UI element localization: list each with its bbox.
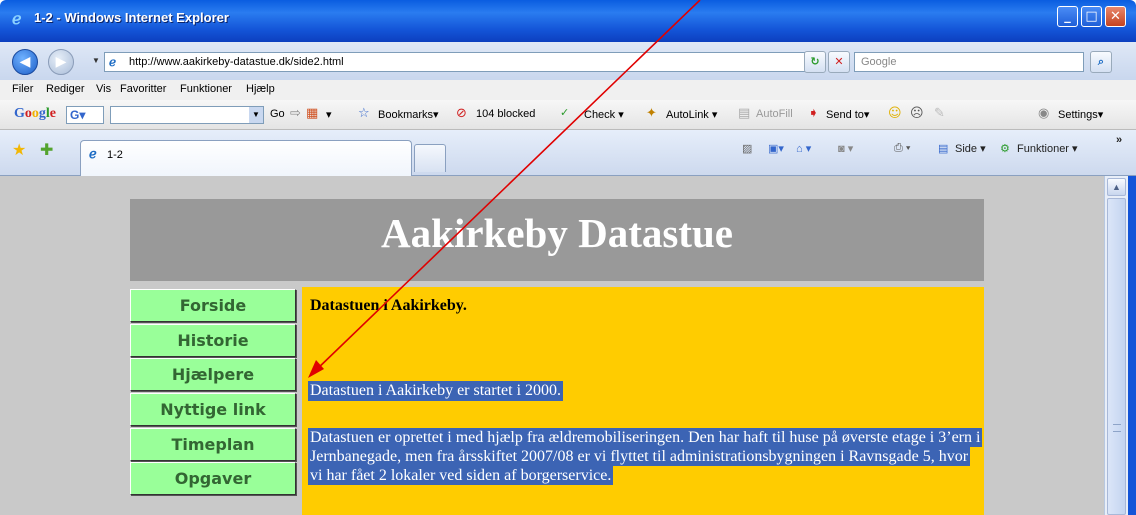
- google-logo: Google: [14, 106, 56, 121]
- scroll-thumb[interactable]: [1107, 198, 1126, 515]
- nav-timeplan[interactable]: Timeplan: [130, 427, 296, 461]
- tab-1-2[interactable]: ℯ 1-2: [80, 140, 412, 176]
- bookmark-star-icon: ☆: [358, 106, 370, 121]
- nav-hjaelpere[interactable]: Hjælpere: [130, 358, 296, 392]
- nav-forside[interactable]: Forside: [130, 289, 296, 322]
- forward-button[interactable]: ▶: [48, 49, 74, 75]
- menu-funktioner[interactable]: Funktioner: [180, 83, 232, 95]
- menu-vis[interactable]: Vis: [96, 83, 111, 95]
- address-bar: ◀ ▶ ▼ ℯ http://www.aakirkeby-datastue.dk…: [0, 42, 1136, 80]
- settings-button[interactable]: Settings▾: [1058, 108, 1103, 121]
- content-heading: Datastuen i Aakirkeby.: [310, 297, 467, 314]
- nav-nyttige-link[interactable]: Nyttige link: [130, 393, 296, 427]
- address-field[interactable]: ℯ http://www.aakirkeby-datastue.dk/side2…: [104, 52, 824, 72]
- window-frame-right: [1128, 176, 1136, 515]
- tools-menu-button[interactable]: Funktioner ▾: [1017, 142, 1078, 155]
- back-arrow-icon: ◀: [19, 54, 31, 70]
- content-paragraph-1: Datastuen i Aakirkeby er startet i 2000.: [308, 381, 564, 401]
- search-input[interactable]: Google: [854, 52, 1084, 72]
- history-dropdown-icon[interactable]: ▼: [92, 56, 100, 65]
- page-menu-icon: ▤: [938, 143, 949, 155]
- autolink-button[interactable]: AutoLink ▾: [666, 108, 717, 121]
- feeds-icon[interactable]: ▨: [742, 142, 752, 155]
- site-header: Aakirkeby Datastue: [130, 199, 984, 281]
- search-placeholder: Google: [861, 56, 897, 68]
- content-paragraph-2: Datastuen er oprettet i med hjælp fra æl…: [308, 428, 984, 486]
- ie-icon: ℯ: [12, 9, 22, 28]
- send-to-icon: ➧: [808, 106, 819, 121]
- stop-button[interactable]: ✕: [828, 51, 850, 73]
- menu-hjaelp[interactable]: Hjælp: [246, 83, 275, 95]
- site-title: Aakirkeby Datastue: [381, 210, 733, 256]
- new-tab-button[interactable]: [414, 144, 446, 172]
- send-to-button[interactable]: Send to▾: [826, 108, 869, 121]
- home-icon[interactable]: ⌂ ▾: [796, 142, 811, 155]
- autolink-wand-icon: ✦: [646, 106, 657, 121]
- read-mail-icon[interactable]: ▣▾: [768, 142, 784, 155]
- nav-opgaver[interactable]: Opgaver: [130, 462, 296, 496]
- popup-blocker-icon: ⊘: [456, 106, 467, 121]
- page-icon: ℯ: [109, 55, 117, 69]
- minimize-button[interactable]: _: [1057, 6, 1078, 27]
- frown-icon[interactable]: ☹: [910, 106, 924, 121]
- maximize-button[interactable]: □: [1081, 6, 1102, 27]
- title-bar: ℯ 1-2 - Windows Internet Explorer _ □ ✕: [0, 0, 1136, 42]
- print-icon[interactable]: ⎙ ▾: [894, 142, 910, 155]
- window-title: 1-2 - Windows Internet Explorer: [34, 10, 229, 25]
- main-content: Datastuen i Aakirkeby. Datastuen i Aakir…: [302, 287, 984, 515]
- refresh-button[interactable]: ↻: [804, 51, 826, 73]
- check-button[interactable]: Check ▾: [584, 108, 624, 121]
- selected-text: Datastuen er oprettet i med hjælp fra æl…: [308, 428, 983, 486]
- scroll-grip-icon: [1113, 424, 1121, 432]
- google-search-input[interactable]: ▼: [110, 106, 264, 124]
- vertical-scrollbar[interactable]: ▲: [1104, 176, 1128, 515]
- tab-label: 1-2: [107, 149, 123, 161]
- google-toolbar: Google G▾ ▼ Go ⇨ ▦ ▾ ☆ Bookmarks▾ ⊘ 104 …: [0, 100, 1136, 130]
- menu-filer[interactable]: Filer: [12, 83, 33, 95]
- back-button[interactable]: ◀: [12, 49, 38, 75]
- chevron-more-icon[interactable]: »: [1116, 134, 1122, 146]
- page-menu-button[interactable]: Side ▾: [955, 142, 986, 155]
- address-text[interactable]: http://www.aakirkeby-datastue.dk/side2.h…: [129, 56, 344, 68]
- google-menu-button[interactable]: G▾: [66, 106, 104, 124]
- google-search-dropdown-icon[interactable]: ▼: [249, 107, 263, 123]
- pencil-icon: ✎: [934, 106, 945, 121]
- menu-favoritter[interactable]: Favoritter: [120, 83, 166, 95]
- bookmarks-button[interactable]: Bookmarks▾: [378, 108, 439, 121]
- google-icons-button-icon[interactable]: ▦: [306, 106, 318, 121]
- search-button[interactable]: ⌕: [1090, 51, 1112, 73]
- tab-bar: ★ ✚ ℯ 1-2 ▨ ▣▾ ⌂ ▾ ◙ ▾ ⎙ ▾ ▤ Side ▾ ⚙ Fu…: [0, 130, 1136, 176]
- google-icons-dropdown-icon[interactable]: ▾: [326, 108, 332, 121]
- forward-small-icon: ⇨: [290, 106, 301, 121]
- tools-gear-icon: ⚙: [1000, 143, 1010, 155]
- site-nav: Forside Historie Hjælpere Nyttige link T…: [130, 289, 296, 497]
- spellcheck-icon: ✓: [560, 106, 570, 119]
- menu-rediger[interactable]: Rediger: [46, 83, 85, 95]
- favorites-star-icon[interactable]: ★: [12, 140, 26, 160]
- smiley-icon[interactable]: ☺: [888, 106, 902, 121]
- menu-bar: Filer Rediger Vis Favoritter Funktioner …: [0, 80, 1136, 100]
- add-favorite-icon[interactable]: ✚: [40, 140, 53, 160]
- nav-historie[interactable]: Historie: [130, 323, 296, 357]
- autofill-icon: ▤: [738, 106, 751, 121]
- autofill-button[interactable]: AutoFill: [756, 108, 793, 120]
- google-go-button[interactable]: Go: [270, 108, 285, 120]
- settings-gear-icon: ◉: [1038, 106, 1050, 121]
- popup-blocker-button[interactable]: 104 blocked: [476, 108, 535, 120]
- close-button[interactable]: ✕: [1105, 6, 1126, 27]
- ie-tab-icon: ℯ: [89, 147, 97, 162]
- rss-icon[interactable]: ◙ ▾: [838, 142, 853, 155]
- forward-arrow-icon: ▶: [55, 54, 67, 70]
- scroll-up-button[interactable]: ▲: [1107, 178, 1126, 196]
